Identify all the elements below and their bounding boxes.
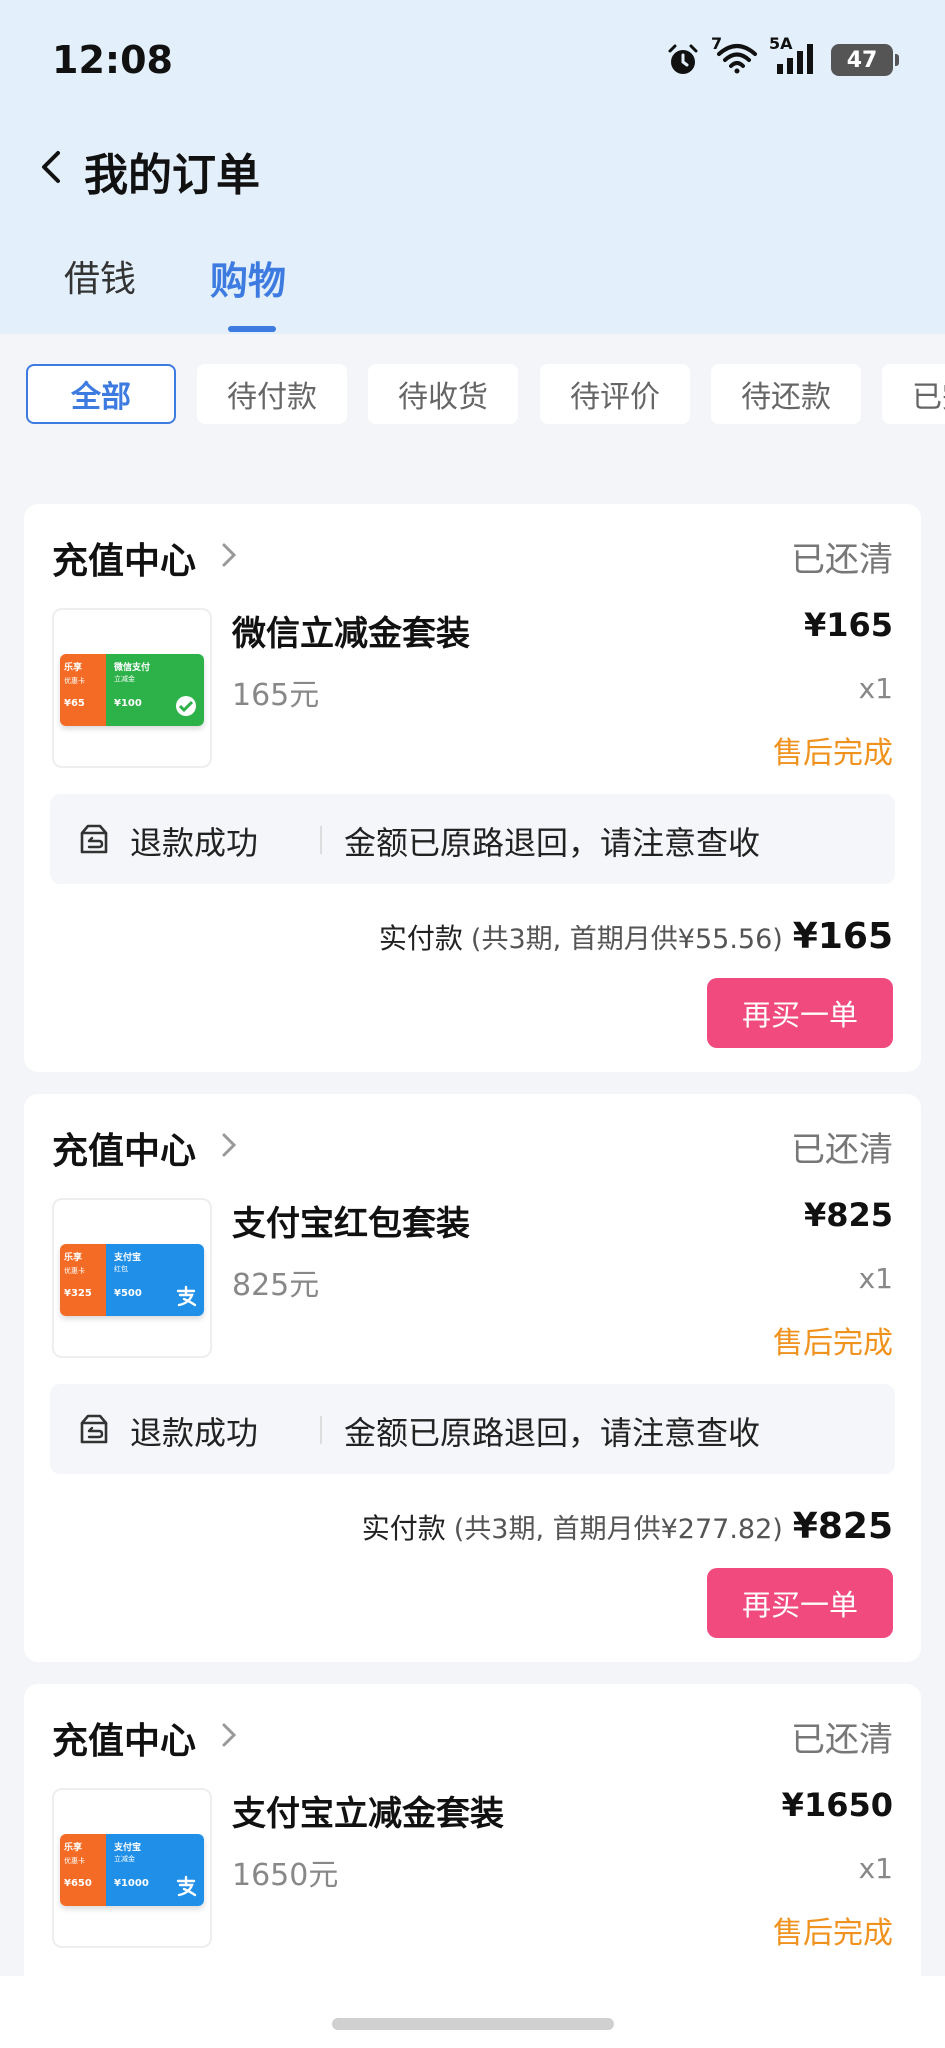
card-right-sub: 红包 [114, 1265, 128, 1273]
installment-detail: (共3期, 首期月供¥55.56) [470, 924, 783, 955]
signal-indicator: 5A [769, 34, 817, 78]
after-sale-status[interactable]: 售后完成 [773, 1318, 893, 1362]
product-quantity: x1 [858, 1852, 893, 1885]
card-brand: 乐享 [64, 1253, 83, 1263]
card-left-value: ¥325 [64, 1288, 92, 1299]
order-card[interactable]: 充值中心 已还清 乐享 优惠卡 ¥325 支付宝 红包 ¥500 支付宝红包套装… [24, 1094, 921, 1662]
page-title: 我的订单 [84, 150, 260, 201]
product-price: ¥1650 [781, 1786, 893, 1824]
filter-pending-receipt[interactable]: 待收货 [368, 364, 518, 424]
rebuy-button[interactable]: 再买一单 [707, 978, 893, 1048]
filter-all[interactable]: 全部 [26, 364, 176, 424]
bottom-bar-background [0, 1976, 945, 2048]
divider [320, 1416, 322, 1444]
after-sale-status[interactable]: 售后完成 [773, 1908, 893, 1952]
order-card[interactable]: 充值中心 已还清 乐享 优惠卡 ¥65 微信支付 立减金 ¥100 微信立减金套… [24, 504, 921, 1072]
product-thumbnail[interactable]: 乐享 优惠卡 ¥650 支付宝 立减金 ¥1000 [52, 1788, 212, 1948]
store-name[interactable]: 充值中心 [52, 1122, 196, 1174]
order-tabs: 借钱 购物 [0, 250, 945, 334]
card-left-sub: 优惠卡 [64, 677, 85, 685]
home-indicator[interactable] [332, 2018, 614, 2030]
after-sale-status[interactable]: 售后完成 [773, 728, 893, 772]
tab-shopping[interactable]: 购物 [210, 250, 286, 305]
store-name[interactable]: 充值中心 [52, 1712, 196, 1764]
installment-detail: (共3期, 首期月供¥277.82) [453, 1514, 783, 1545]
card-right-sub: 立减金 [114, 1855, 135, 1863]
card-brand: 乐享 [64, 1843, 83, 1853]
refund-icon [80, 1414, 108, 1444]
back-arrow-icon[interactable] [36, 147, 66, 187]
filter-chips: 全部 待付款 待收货 待评价 待还款 已完成 [0, 364, 945, 426]
refund-label: 退款成功 [130, 824, 259, 862]
order-status: 已还清 [791, 1130, 893, 1170]
tab-borrow[interactable]: 借钱 [64, 250, 136, 302]
pay-label: 实付款 [361, 1512, 446, 1545]
filter-completed[interactable]: 已完成 [882, 364, 945, 424]
card-right-value: ¥500 [114, 1288, 142, 1299]
status-icons: 7 5A 47 [665, 34, 899, 78]
order-status: 已还清 [791, 540, 893, 580]
filter-pending-payment[interactable]: 待付款 [197, 364, 347, 424]
title-bar: 我的订单 [0, 125, 945, 205]
active-tab-indicator [228, 326, 276, 332]
card-right-value: ¥100 [114, 698, 142, 709]
wechat-pay-icon [176, 696, 196, 716]
chevron-right-icon[interactable] [220, 1720, 238, 1750]
refund-message: 金额已原路退回，请注意查收 [344, 1414, 761, 1452]
refund-notice[interactable]: 退款成功 金额已原路退回，请注意查收 [50, 794, 895, 884]
product-quantity: x1 [858, 1262, 893, 1295]
order-card[interactable]: 充值中心 已还清 乐享 优惠卡 ¥650 支付宝 立减金 ¥1000 支付宝立减… [24, 1684, 921, 2004]
status-bar: 12:08 7 5A 47 [0, 0, 945, 120]
card-right-title: 支付宝 [114, 1843, 142, 1853]
alarm-icon [668, 44, 698, 74]
card-left-sub: 优惠卡 [64, 1267, 85, 1275]
pay-total: ¥165 [792, 916, 893, 957]
order-status: 已还清 [791, 1720, 893, 1760]
pay-label: 实付款 [378, 922, 463, 955]
filter-pending-review[interactable]: 待评价 [540, 364, 690, 424]
payment-summary: 实付款 (共3期, 首期月供¥55.56) ¥165 [379, 916, 893, 957]
battery-indicator: 47 [831, 44, 899, 76]
refund-notice[interactable]: 退款成功 金额已原路退回，请注意查收 [50, 1384, 895, 1474]
refund-message: 金额已原路退回，请注意查收 [344, 824, 761, 862]
product-price: ¥165 [803, 606, 893, 644]
alipay-icon [176, 1875, 197, 1897]
card-right-sub: 立减金 [114, 675, 135, 683]
gift-card-image: 乐享 优惠卡 ¥650 支付宝 立减金 ¥1000 [60, 1834, 204, 1906]
card-left-sub: 优惠卡 [64, 1857, 85, 1865]
card-right-title: 支付宝 [114, 1253, 142, 1263]
gift-card-image: 乐享 优惠卡 ¥65 微信支付 立减金 ¥100 [60, 654, 204, 726]
product-price: ¥825 [803, 1196, 893, 1234]
product-spec: 1650元 [232, 1858, 339, 1893]
refund-icon [80, 824, 108, 854]
product-name[interactable]: 支付宝立减金套装 [232, 1786, 504, 1835]
card-brand: 乐享 [64, 663, 83, 673]
filter-pending-repayment[interactable]: 待还款 [711, 364, 861, 424]
chevron-right-icon[interactable] [220, 1130, 238, 1160]
wifi-label: 7 [711, 34, 723, 53]
alipay-icon [176, 1285, 197, 1307]
signal-label: 5A [769, 34, 793, 53]
card-right-value: ¥1000 [114, 1878, 149, 1889]
product-thumbnail[interactable]: 乐享 优惠卡 ¥325 支付宝 红包 ¥500 [52, 1198, 212, 1358]
product-name[interactable]: 微信立减金套装 [232, 606, 470, 655]
product-thumbnail[interactable]: 乐享 优惠卡 ¥65 微信支付 立减金 ¥100 [52, 608, 212, 768]
refund-label: 退款成功 [130, 1414, 259, 1452]
status-time: 12:08 [52, 38, 173, 82]
product-name[interactable]: 支付宝红包套装 [232, 1196, 470, 1245]
card-right-title: 微信支付 [114, 663, 151, 673]
wifi-indicator: 7 [711, 34, 759, 78]
rebuy-button[interactable]: 再买一单 [707, 1568, 893, 1638]
pay-total: ¥825 [792, 1506, 893, 1547]
chevron-right-icon[interactable] [220, 540, 238, 570]
divider [320, 826, 322, 854]
product-spec: 825元 [232, 1268, 320, 1303]
payment-summary: 实付款 (共3期, 首期月供¥277.82) ¥825 [362, 1506, 893, 1547]
card-left-value: ¥65 [64, 698, 85, 709]
gift-card-image: 乐享 优惠卡 ¥325 支付宝 红包 ¥500 [60, 1244, 204, 1316]
product-spec: 165元 [232, 678, 320, 713]
store-name[interactable]: 充值中心 [52, 532, 196, 584]
card-left-value: ¥650 [64, 1878, 92, 1889]
product-quantity: x1 [858, 672, 893, 705]
